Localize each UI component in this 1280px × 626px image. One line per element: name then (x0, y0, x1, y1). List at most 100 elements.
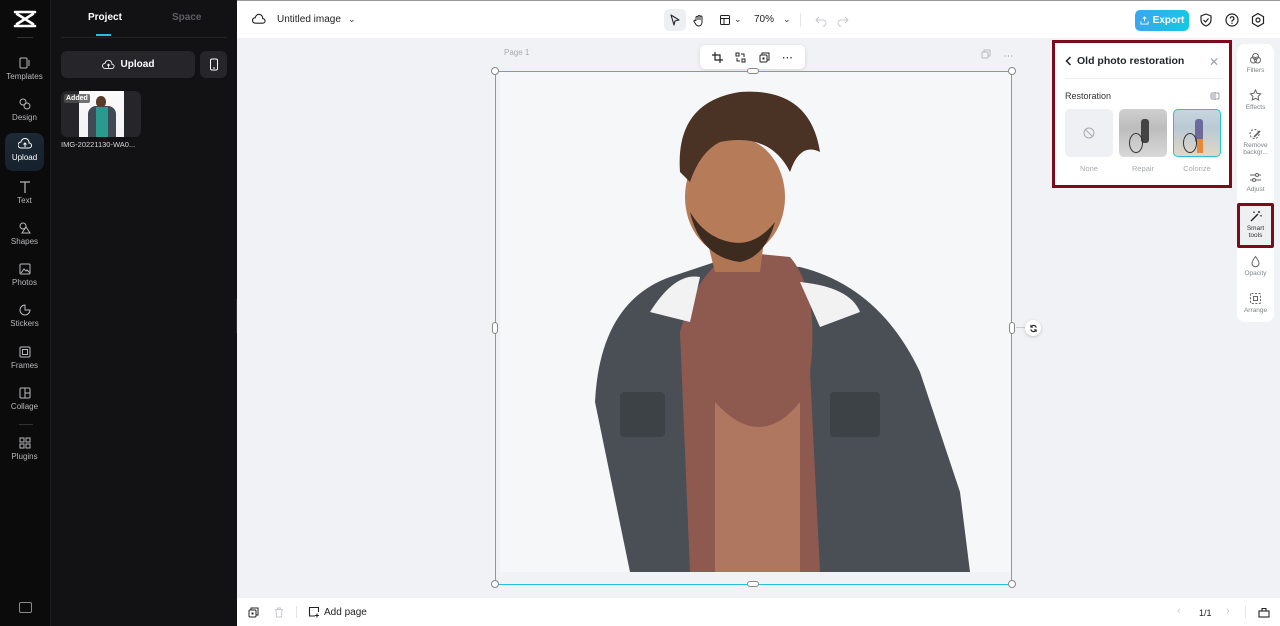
rail-item-plugins[interactable]: Plugins (5, 432, 44, 470)
tool-filters[interactable]: Filters (1238, 52, 1273, 74)
rotate-icon (1029, 324, 1037, 332)
tool-adjust[interactable]: Adjust (1238, 171, 1273, 193)
active-tab-indicator (96, 34, 111, 36)
option-none[interactable] (1065, 109, 1113, 157)
fit-screen-icon[interactable] (1258, 607, 1270, 618)
resize-handle-top-left[interactable] (491, 67, 499, 75)
export-button[interactable]: Export (1135, 10, 1189, 31)
more-options-icon[interactable]: ⋯ (1003, 51, 1013, 62)
pages-icon[interactable] (248, 607, 259, 618)
rail-item-shapes[interactable]: Shapes (5, 217, 44, 255)
resize-handle-bottom-left[interactable] (491, 580, 499, 588)
resize-handle-bottom[interactable] (747, 581, 759, 587)
rail-item-collage[interactable]: Collage (5, 382, 44, 420)
chevron-down-icon[interactable]: ⌄ (734, 14, 742, 25)
adjust-icon (1250, 173, 1261, 182)
tab-project[interactable]: Project (88, 12, 122, 23)
delete-page-icon[interactable] (274, 607, 284, 618)
chevron-down-icon[interactable]: ⌄ (783, 14, 791, 25)
right-tools-rail: Filters Effects Remove backgr... Adjust … (1237, 44, 1274, 322)
tool-label: Smart tools (1246, 225, 1265, 239)
resize-handle-right[interactable] (1009, 322, 1015, 334)
export-label: Export (1152, 15, 1185, 26)
back-button[interactable]: Old photo restoration (1065, 55, 1184, 67)
tool-opacity[interactable]: Opacity (1238, 255, 1273, 277)
tool-arrange[interactable]: Arrange (1238, 292, 1273, 314)
divider (17, 37, 33, 38)
capcut-logo-icon[interactable] (13, 10, 37, 28)
close-icon[interactable]: ✕ (1209, 55, 1219, 69)
upload-from-phone-button[interactable] (200, 51, 227, 78)
resize-handle-top-right[interactable] (1008, 67, 1016, 75)
redo-icon[interactable] (835, 12, 851, 28)
upload-button[interactable]: Upload (61, 51, 195, 78)
panel-tabs: Project Space (61, 0, 227, 38)
rail-item-label: Shapes (10, 237, 39, 246)
chevron-down-icon[interactable]: ⌄ (348, 14, 356, 25)
resize-handle-bottom-right[interactable] (1008, 580, 1016, 588)
cursor-icon (670, 14, 680, 26)
shapes-icon (19, 222, 31, 234)
tool-smart-tools[interactable]: Smart tools (1237, 203, 1274, 248)
none-icon (1083, 127, 1095, 139)
tool-remove-background[interactable]: Remove backgr... (1238, 127, 1273, 156)
rail-item-stickers[interactable]: Stickers (5, 299, 44, 337)
asset-thumbnail[interactable]: Added (61, 91, 141, 137)
zoom-level[interactable]: 70% (754, 14, 774, 25)
top-bar: Untitled image ⌄ ⌄ 70% ⌄ Export (237, 0, 1280, 38)
help-icon[interactable] (1224, 12, 1240, 28)
settings-icon[interactable] (1250, 12, 1266, 28)
next-page-icon[interactable]: › (1226, 605, 1230, 617)
add-page-button[interactable]: Add page (308, 606, 367, 618)
option-label: Colorize (1183, 164, 1211, 173)
shield-check-icon[interactable] (1198, 12, 1214, 28)
remove-background-icon (1249, 129, 1261, 139)
tool-label: Effects (1245, 104, 1266, 111)
duplicate-page-icon[interactable] (981, 49, 991, 59)
asset-name: IMG-20221130-WA0... (61, 140, 136, 149)
tool-label: Filters (1246, 67, 1265, 74)
prev-page-icon[interactable]: ‹ (1177, 605, 1181, 617)
divider (296, 606, 297, 618)
rotate-connector (1016, 327, 1025, 328)
rail-item-frames[interactable]: Frames (5, 341, 44, 379)
panel-title: Old photo restoration (1077, 55, 1185, 67)
rail-item-templates[interactable]: Templates (5, 52, 44, 90)
keyboard-shortcuts-icon[interactable] (19, 602, 32, 613)
rail-item-label: Design (12, 113, 37, 122)
replace-icon[interactable] (735, 52, 746, 63)
divider (800, 13, 801, 27)
phone-icon (209, 58, 218, 71)
rail-item-photos[interactable]: Photos (5, 258, 44, 296)
tool-effects[interactable]: Effects (1238, 89, 1273, 111)
divider (1065, 78, 1223, 79)
document-title[interactable]: Untitled image (277, 14, 341, 25)
rail-item-design[interactable]: Design (5, 93, 44, 131)
artboard-image[interactable] (500, 72, 1011, 572)
old-photo-restoration-panel: Old photo restoration ✕ Restoration None… (1052, 40, 1232, 188)
tab-space[interactable]: Space (172, 12, 201, 23)
cloud-sync-icon[interactable] (252, 13, 266, 26)
layers-icon[interactable] (759, 52, 770, 63)
divider (1245, 606, 1246, 618)
resize-handle-top[interactable] (747, 68, 759, 74)
select-tool-button[interactable] (664, 9, 686, 31)
undo-icon[interactable] (813, 12, 829, 28)
compare-icon[interactable] (1210, 91, 1220, 101)
option-label: Repair (1131, 164, 1155, 173)
tool-label: Arrange (1243, 307, 1268, 314)
layout-button[interactable] (714, 9, 736, 31)
rail-item-label: Upload (11, 153, 38, 162)
rail-item-text[interactable]: Text (5, 176, 44, 214)
left-rail: Templates Design Upload Text Shapes Phot… (0, 0, 51, 626)
rail-item-label: Collage (10, 402, 39, 411)
hand-tool-button[interactable] (688, 9, 710, 31)
more-options-icon[interactable]: ⋯ (782, 51, 793, 64)
option-colorize[interactable] (1173, 109, 1221, 157)
rotate-handle[interactable] (1025, 320, 1041, 336)
crop-icon[interactable] (712, 51, 724, 63)
resize-handle-left[interactable] (492, 322, 498, 334)
rail-item-upload[interactable]: Upload (5, 133, 44, 171)
rail-item-label: Photos (12, 278, 37, 287)
option-repair[interactable] (1119, 109, 1167, 157)
